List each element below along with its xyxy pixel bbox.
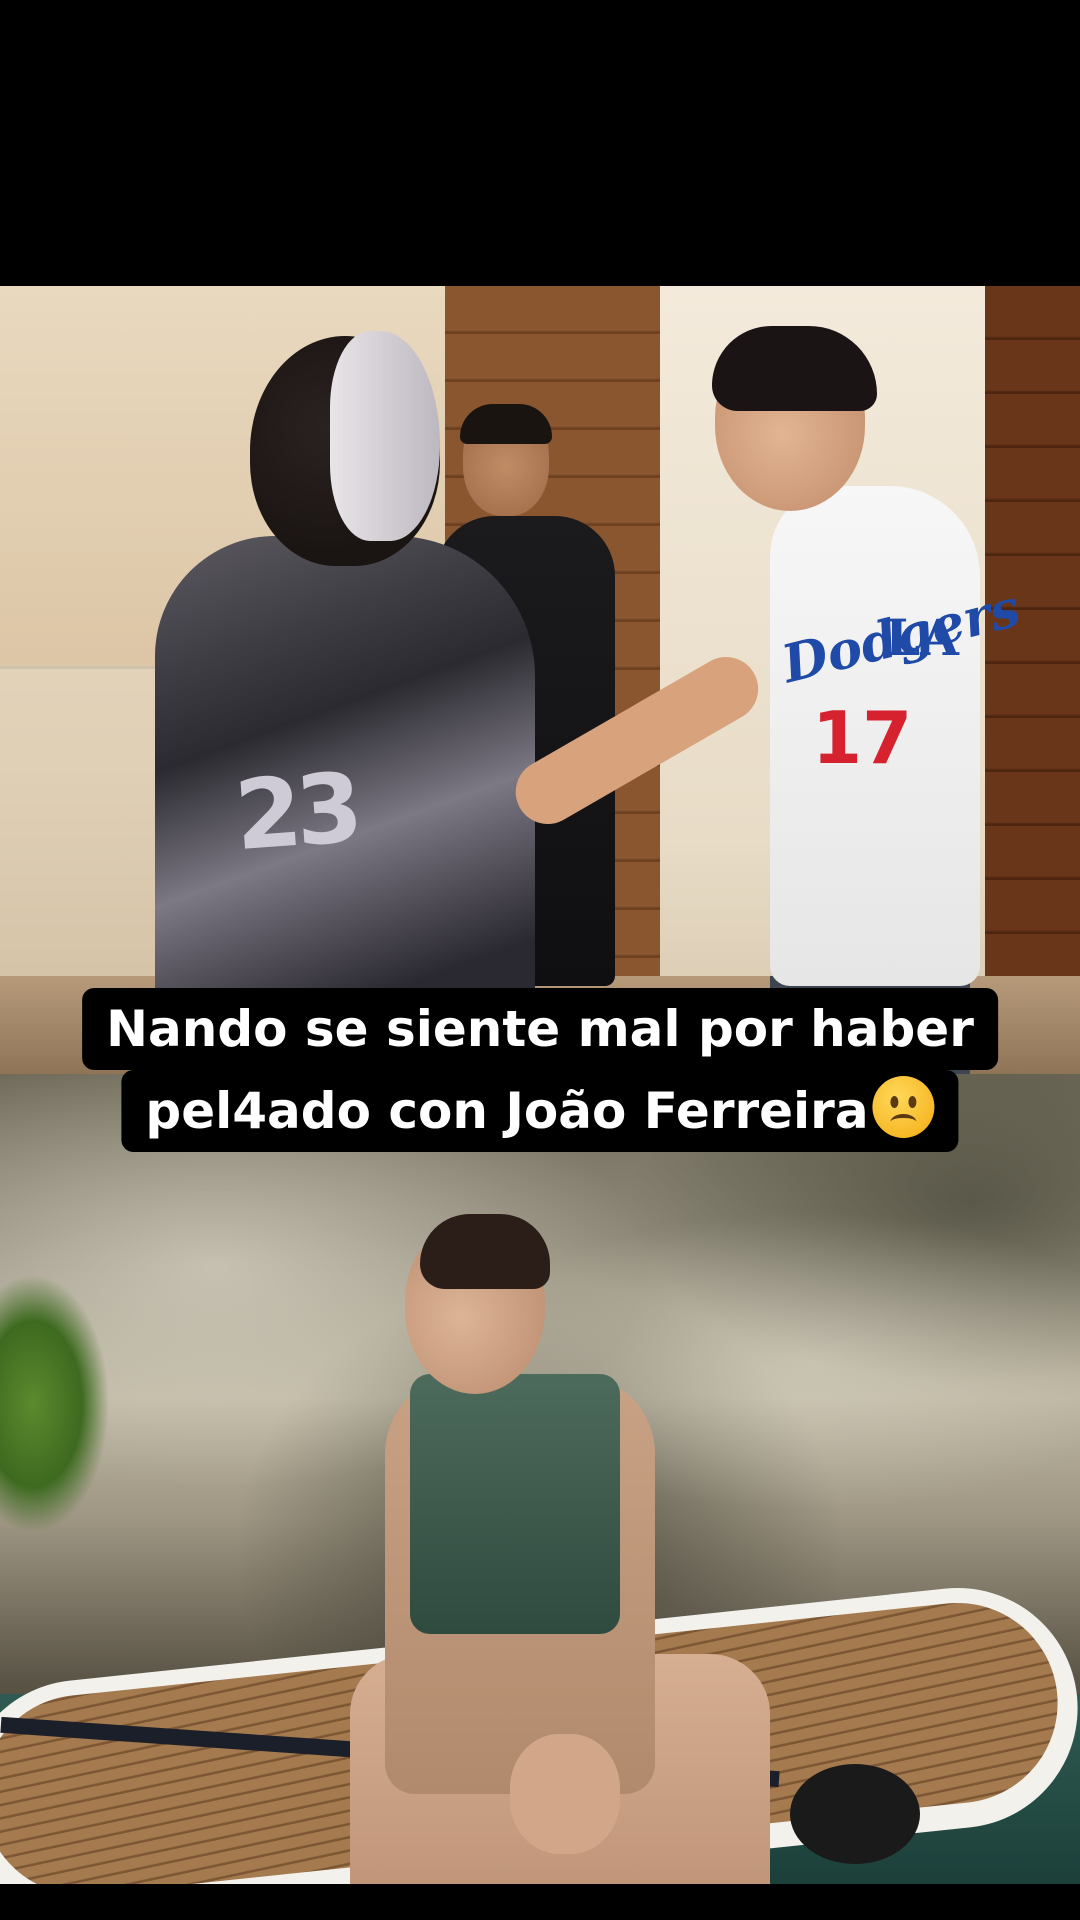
caption-text-2: pel4ado con João Ferreira xyxy=(145,1082,869,1140)
caption-line-2: pel4ado con João Ferreira xyxy=(121,1070,959,1152)
bottom-letterbox xyxy=(0,1884,1080,1920)
clasped-hands xyxy=(510,1734,620,1854)
la-logo: LA xyxy=(885,608,959,667)
wooden-door-right xyxy=(985,286,1080,1026)
jersey-number-right: 17 xyxy=(812,696,913,780)
slightly-frowning-face-icon xyxy=(872,1076,935,1138)
plant xyxy=(0,1274,110,1534)
bottom-video-frame xyxy=(0,1074,1080,1884)
background-man-hair xyxy=(460,404,552,444)
caption-text-1: Nando se siente mal por haber xyxy=(106,1000,974,1058)
caption-line-1: Nando se siente mal por haber xyxy=(82,988,998,1070)
seated-man-hair xyxy=(420,1214,550,1289)
top-letterbox xyxy=(0,0,1080,286)
paddle-blade xyxy=(790,1764,920,1864)
jersey-number-left: 23 xyxy=(231,751,361,873)
top-video-frame: Dodgers LA 17 23 xyxy=(0,286,1080,1074)
life-vest xyxy=(410,1374,620,1634)
